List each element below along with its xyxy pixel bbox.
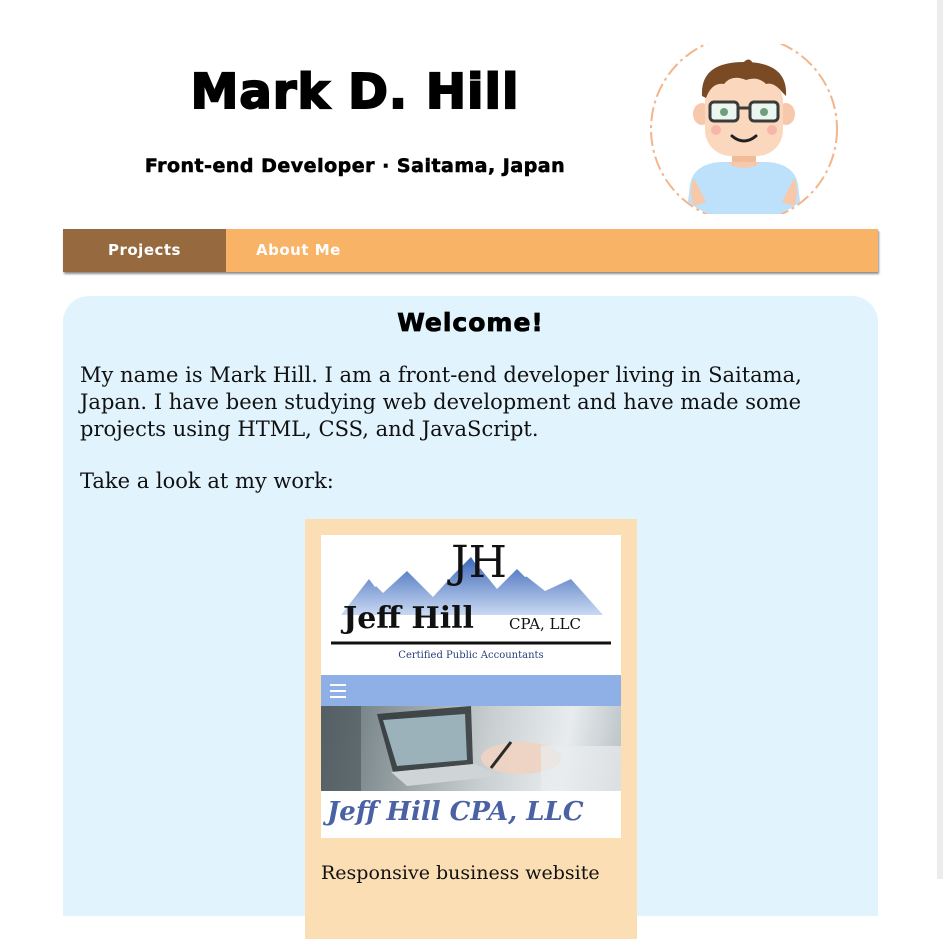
nav-item-projects[interactable]: Projects [63, 229, 226, 272]
project-card[interactable]: JH Jeff Hill CPA, LLC Certified Public A… [305, 519, 637, 939]
site-subtitle: Front-end Developer · Saitama, Japan [144, 155, 566, 178]
welcome-panel: Welcome! My name is Mark Hill. I am a fr… [63, 296, 878, 939]
cpa-logo: JH Jeff Hill CPA, LLC Certified Public A… [321, 535, 621, 675]
developer-avatar-icon [650, 44, 838, 214]
intro-text: My name is Mark Hill. I am a front-end d… [80, 363, 802, 441]
scrollbar[interactable] [937, 0, 943, 879]
nav-item-about-me[interactable]: About Me [226, 229, 341, 272]
work-prompt-text: Take a look at my work: [80, 469, 334, 493]
thumb-navbar [321, 675, 621, 706]
logo-tagline: Certified Public Accountants [398, 650, 544, 661]
project-company-name: Jeff Hill CPA, LLC [327, 797, 584, 827]
logo-initials: JH [447, 537, 507, 588]
logo-name: Jeff Hill [343, 601, 474, 636]
logo-suffix: CPA, LLC [509, 615, 581, 633]
laptop-photo [321, 706, 621, 791]
main-nav: Projects About Me [63, 229, 878, 272]
site-title: Mark D. Hill [190, 63, 520, 121]
welcome-heading: Welcome! [397, 308, 544, 338]
project-thumbnail[interactable]: JH Jeff Hill CPA, LLC Certified Public A… [321, 535, 621, 838]
hamburger-menu-icon [330, 684, 346, 698]
project-description: Responsive business website [321, 862, 600, 884]
